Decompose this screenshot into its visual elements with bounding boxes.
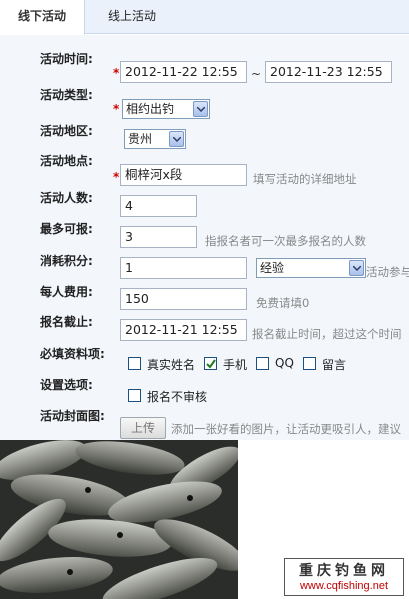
region-selected-value: 贵州 xyxy=(128,132,153,146)
tab-offline-activity[interactable]: 线下活动 xyxy=(0,0,85,35)
chevron-down-icon xyxy=(349,260,364,276)
fee-input[interactable]: 150 xyxy=(120,288,247,310)
type-select[interactable]: 相约出钓 xyxy=(122,99,210,119)
no-review-checkbox[interactable] xyxy=(128,389,141,402)
deadline-label: 报名截止: xyxy=(40,315,93,329)
deadline-hint: 报名截止时间，超过这个时间 xyxy=(252,327,402,341)
start-time-input[interactable]: 2012-11-22 12:55 xyxy=(120,61,247,83)
watermark-title: 重庆钓鱼网 xyxy=(299,563,389,579)
time-separator: ~ xyxy=(251,67,262,81)
region-select[interactable]: 贵州 xyxy=(124,129,186,149)
points-unit-selected-value: 经验 xyxy=(260,261,285,275)
cover-image xyxy=(0,440,238,599)
type-label: 活动类型: xyxy=(40,88,93,102)
upload-button[interactable]: 上传 xyxy=(120,417,166,439)
participants-label: 活动人数: xyxy=(40,191,93,205)
points-unit-select[interactable]: 经验 xyxy=(256,258,366,278)
points-input[interactable]: 1 xyxy=(120,257,247,279)
real-name-checkbox[interactable] xyxy=(128,357,141,370)
message-checkbox[interactable] xyxy=(303,357,316,370)
qq-checkbox[interactable] xyxy=(256,357,269,370)
real-name-option-label: 真实姓名 xyxy=(147,358,196,372)
qq-option-label: QQ xyxy=(275,356,294,370)
message-option-label: 留言 xyxy=(322,358,347,372)
end-time-input[interactable]: 2012-11-23 12:55 xyxy=(265,61,392,83)
chevron-down-icon xyxy=(169,131,184,147)
deadline-input[interactable]: 2012-11-21 12:55 xyxy=(120,319,247,341)
points-hint: 活动参与 xyxy=(366,265,409,279)
participants-input[interactable]: 4 xyxy=(120,195,197,217)
required-marker: * xyxy=(113,170,120,184)
required-info-label: 必填资料项: xyxy=(40,347,105,361)
cover-label: 活动封面图: xyxy=(40,409,105,423)
max-signup-hint: 指报名者可一次最多报名的人数 xyxy=(205,234,366,248)
chevron-down-icon xyxy=(193,101,208,117)
region-label: 活动地区: xyxy=(40,124,93,138)
watermark-url: www.cqfishing.net xyxy=(299,580,389,592)
fee-label: 每人费用: xyxy=(40,285,93,299)
phone-option-label: 手机 xyxy=(223,358,248,372)
site-watermark: 重庆钓鱼网 www.cqfishing.net xyxy=(284,558,404,596)
checkmark-icon xyxy=(206,359,216,369)
settings-label: 设置选项: xyxy=(40,378,93,392)
place-label: 活动地点: xyxy=(40,154,93,168)
tab-online-activity[interactable]: 线上活动 xyxy=(108,0,156,34)
required-marker: * xyxy=(113,66,120,80)
required-marker: * xyxy=(113,102,120,116)
no-review-option-label: 报名不审核 xyxy=(147,390,208,404)
max-signup-label: 最多可报: xyxy=(40,222,93,236)
phone-checkbox[interactable] xyxy=(204,357,217,370)
place-hint: 填写活动的详细地址 xyxy=(253,172,357,186)
fee-hint: 免费请填0 xyxy=(256,296,310,310)
max-signup-input[interactable]: 3 xyxy=(120,226,197,248)
place-input[interactable]: 桐梓河x段 xyxy=(120,164,247,186)
cover-hint: 添加一张好看的图片，让活动更吸引人，建议 xyxy=(171,422,401,436)
type-selected-value: 相约出钓 xyxy=(126,102,175,116)
tab-bar: 线下活动 线上活动 xyxy=(0,0,409,35)
points-label: 消耗积分: xyxy=(40,254,93,268)
time-label: 活动时间: xyxy=(40,52,93,66)
